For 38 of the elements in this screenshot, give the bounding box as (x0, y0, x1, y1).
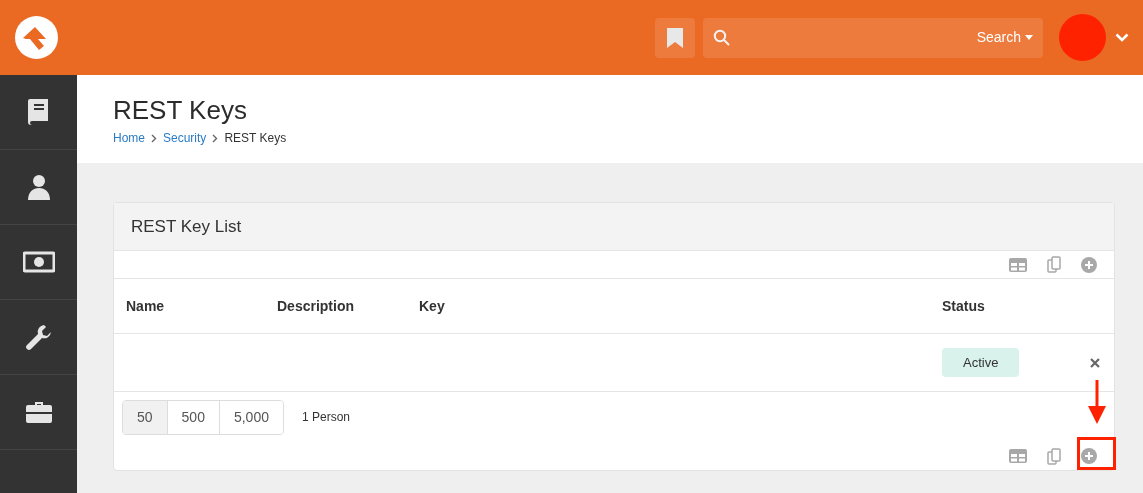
bookmark-button[interactable] (655, 17, 695, 58)
table-icon[interactable] (1009, 257, 1027, 272)
close-icon[interactable] (1090, 357, 1100, 368)
book-icon (26, 98, 51, 126)
search-icon (713, 29, 730, 46)
briefcase-icon (24, 400, 53, 424)
breadcrumb-current: REST Keys (224, 130, 287, 147)
copy-icon[interactable] (1047, 256, 1061, 273)
chevron-icon (151, 133, 157, 143)
add-icon[interactable] (1081, 256, 1097, 273)
chevron-icon (212, 133, 219, 143)
breadcrumb-link[interactable]: Security (163, 129, 207, 147)
column-header: Name (126, 296, 166, 316)
copy-icon[interactable] (1047, 447, 1061, 465)
column-header: Status (942, 296, 986, 316)
column-header: Key (419, 296, 446, 316)
logo-icon[interactable] (15, 16, 58, 59)
page-size-button[interactable]: 50 (123, 400, 167, 434)
bookmark-icon (667, 27, 683, 48)
breadcrumb-link[interactable]: Home (113, 129, 145, 147)
page-title: REST Keys (113, 95, 248, 125)
column-header: Description (277, 296, 355, 316)
highlight-frame (1077, 437, 1116, 470)
add-icon[interactable] (1081, 448, 1097, 464)
wrench-icon (24, 323, 53, 351)
record-count: 1 Person (302, 409, 350, 426)
banknote-icon (22, 251, 55, 273)
caret-icon (1025, 35, 1033, 40)
card-title: REST Key List (131, 215, 242, 238)
annotation-arrow (1086, 380, 1108, 425)
chevron-down-icon[interactable] (1115, 33, 1129, 42)
search-scope-label[interactable]: Search (976, 27, 1021, 48)
avatar[interactable] (1059, 14, 1106, 61)
table-icon[interactable] (1009, 449, 1027, 463)
search-field[interactable]: Search (703, 17, 1043, 58)
person-icon (26, 173, 51, 201)
page-size-button[interactable]: 5,000 (218, 400, 283, 434)
status-badge: Active (942, 347, 1020, 378)
